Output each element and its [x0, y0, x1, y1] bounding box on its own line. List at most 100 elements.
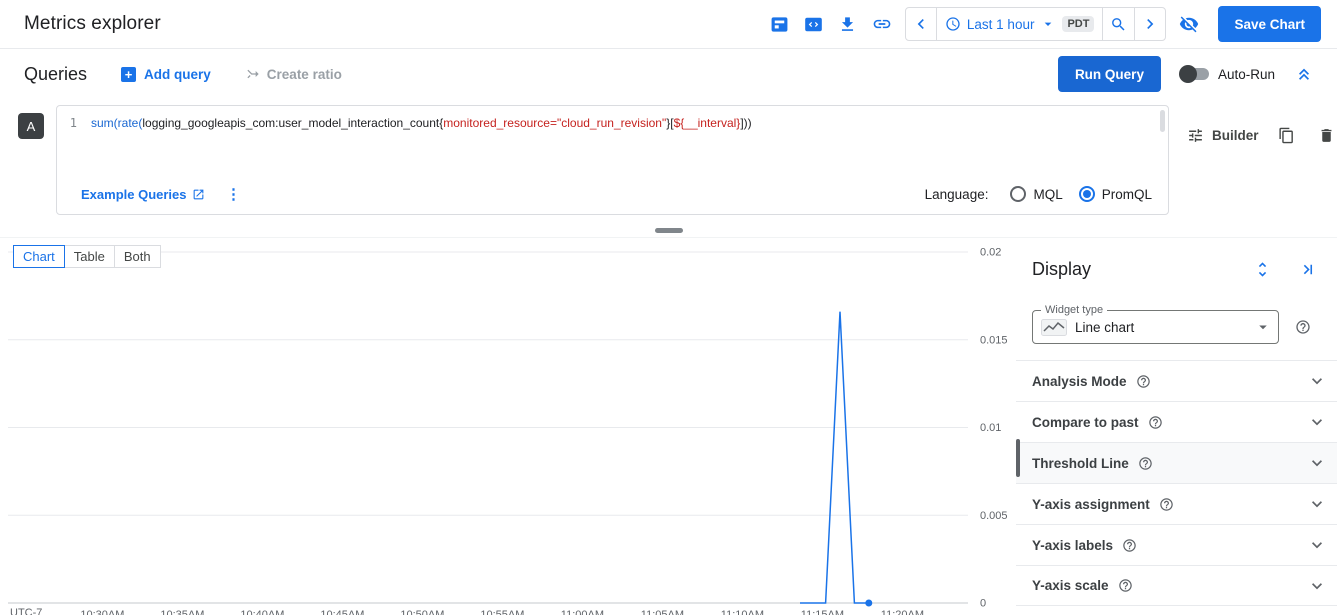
- section-compare-to-past[interactable]: Compare to past: [1016, 401, 1337, 442]
- svg-text:11:05AM: 11:05AM: [641, 609, 684, 615]
- collapse-queries-icon[interactable]: [1289, 59, 1319, 89]
- queries-bar: Queries + Add query Create ratio Run Que…: [0, 49, 1337, 99]
- query-letter-badge: A: [18, 113, 44, 139]
- toggle-knob: [1179, 65, 1197, 83]
- tab-table[interactable]: Table: [64, 245, 115, 268]
- display-title: Display: [1032, 259, 1091, 280]
- svg-text:10:50AM: 10:50AM: [400, 609, 444, 615]
- time-back-button[interactable]: [906, 8, 936, 40]
- help-icon[interactable]: [1148, 415, 1163, 430]
- editor-scrollbar[interactable]: [1160, 110, 1165, 132]
- time-range-selector[interactable]: Last 1 hour PDT: [936, 8, 1104, 40]
- display-panel: Display Widget type Line chart: [1016, 238, 1337, 615]
- top-bar-actions: Last 1 hour PDT Save Chart: [765, 6, 1321, 42]
- dashboard-icon[interactable]: [765, 9, 795, 39]
- section-threshold-line[interactable]: Threshold Line: [1016, 442, 1337, 483]
- unfold-more-icon[interactable]: [1247, 254, 1277, 284]
- top-bar: Metrics explorer Last 1 hour: [0, 0, 1337, 49]
- chevron-down-icon[interactable]: [1307, 576, 1327, 596]
- help-icon[interactable]: [1159, 497, 1174, 512]
- svg-text:11:00AM: 11:00AM: [561, 609, 604, 615]
- help-icon[interactable]: [1138, 456, 1153, 471]
- svg-text:0.015: 0.015: [980, 334, 1008, 346]
- widget-type-select[interactable]: Widget type Line chart: [1032, 310, 1279, 344]
- search-icon: [1110, 16, 1127, 33]
- chevron-down-icon[interactable]: [1307, 494, 1327, 514]
- language-radio-mql[interactable]: MQL: [1010, 186, 1062, 202]
- visibility-off-icon[interactable]: [1174, 9, 1204, 39]
- download-icon[interactable]: [833, 9, 863, 39]
- section-y-axis-labels[interactable]: Y-axis labels: [1016, 524, 1337, 565]
- svg-text:11:15AM: 11:15AM: [801, 609, 844, 615]
- chevron-down-icon[interactable]: [1307, 535, 1327, 555]
- delete-icon[interactable]: [1315, 123, 1337, 147]
- svg-text:0.005: 0.005: [980, 510, 1008, 522]
- chevron-down-icon[interactable]: [1307, 412, 1327, 432]
- code-area[interactable]: 1 sum(rate(logging_googleapis_com:user_m…: [57, 106, 1168, 174]
- editor-footer: Example Queries ⋮ Language: MQL PromQL: [57, 174, 1168, 214]
- merge-icon: [245, 66, 261, 82]
- tab-chart[interactable]: Chart: [13, 245, 65, 268]
- resize-handle[interactable]: [655, 228, 683, 233]
- section-y-axis-assignment[interactable]: Y-axis assignment: [1016, 483, 1337, 524]
- svg-text:10:35AM: 10:35AM: [160, 609, 204, 615]
- language-selector: Language: MQL PromQL: [925, 186, 1152, 202]
- help-icon[interactable]: [1136, 374, 1151, 389]
- dropdown-arrow-icon: [1040, 16, 1056, 32]
- code-icon[interactable]: [799, 9, 829, 39]
- add-box-icon: +: [121, 67, 136, 82]
- chevron-down-icon[interactable]: [1307, 371, 1327, 391]
- chevron-down-icon[interactable]: [1307, 453, 1327, 473]
- display-sections: Analysis ModeCompare to pastThreshold Li…: [1016, 360, 1337, 606]
- time-range-group: Last 1 hour PDT: [905, 7, 1167, 41]
- save-chart-button[interactable]: Save Chart: [1218, 6, 1321, 42]
- tab-both[interactable]: Both: [114, 245, 161, 268]
- time-forward-button[interactable]: [1135, 8, 1165, 40]
- more-options-icon[interactable]: ⋮: [221, 185, 247, 203]
- query-code[interactable]: sum(rate(logging_googleapis_com:user_mod…: [91, 115, 752, 174]
- radio-icon: [1079, 186, 1095, 202]
- editor-tools: Builder: [1187, 123, 1337, 147]
- language-radio-promql[interactable]: PromQL: [1079, 186, 1152, 202]
- display-header: Display: [1016, 240, 1337, 284]
- query-section: A 1 sum(rate(logging_googleapis_com:user…: [0, 99, 1337, 223]
- link-icon[interactable]: [867, 9, 897, 39]
- example-queries-link[interactable]: Example Queries: [81, 187, 205, 202]
- query-editor: 1 sum(rate(logging_googleapis_com:user_m…: [56, 105, 1169, 215]
- svg-text:0: 0: [980, 598, 986, 610]
- time-zoom-button[interactable]: [1103, 8, 1135, 40]
- clock-icon: [945, 16, 961, 32]
- section-analysis-mode[interactable]: Analysis Mode: [1016, 360, 1337, 401]
- chart-view-tabs: ChartTableBoth: [13, 245, 161, 268]
- timezone-badge: PDT: [1062, 16, 1094, 32]
- widget-type-help-icon[interactable]: [1295, 319, 1311, 335]
- run-query-button[interactable]: Run Query: [1058, 56, 1161, 92]
- svg-text:11:20AM: 11:20AM: [881, 609, 924, 615]
- add-query-button[interactable]: + Add query: [121, 67, 211, 82]
- copy-icon[interactable]: [1275, 123, 1299, 147]
- queries-bar-right: Run Query Auto-Run: [1058, 56, 1319, 92]
- panel-splitter: [0, 223, 1337, 238]
- metrics-explorer-app: Metrics explorer Last 1 hour: [0, 0, 1337, 615]
- help-icon[interactable]: [1122, 538, 1137, 553]
- queries-title: Queries: [24, 64, 87, 85]
- svg-text:0.01: 0.01: [980, 422, 1001, 434]
- builder-button[interactable]: Builder: [1187, 127, 1259, 144]
- widget-type-row: Widget type Line chart: [1032, 310, 1321, 344]
- collapse-panel-icon[interactable]: [1291, 254, 1321, 284]
- svg-text:10:30AM: 10:30AM: [80, 609, 124, 615]
- panel-scrollbar[interactable]: [1016, 439, 1020, 477]
- line-number: 1: [57, 115, 91, 174]
- create-ratio-button[interactable]: Create ratio: [245, 66, 342, 82]
- metrics-chart[interactable]: 00.0050.010.0150.0210:30AM10:35AM10:40AM…: [0, 238, 1016, 615]
- svg-text:10:45AM: 10:45AM: [320, 609, 364, 615]
- section-y-axis-scale[interactable]: Y-axis scale: [1016, 565, 1337, 606]
- help-icon[interactable]: [1118, 578, 1133, 593]
- auto-run-control: Auto-Run: [1181, 67, 1275, 82]
- language-label: Language:: [925, 187, 989, 202]
- auto-run-label: Auto-Run: [1218, 67, 1275, 82]
- open-in-new-icon: [192, 188, 205, 201]
- auto-run-toggle[interactable]: [1181, 68, 1209, 80]
- chart-panel: 00.0050.010.0150.0210:30AM10:35AM10:40AM…: [0, 238, 1016, 615]
- widget-type-label: Widget type: [1041, 304, 1107, 316]
